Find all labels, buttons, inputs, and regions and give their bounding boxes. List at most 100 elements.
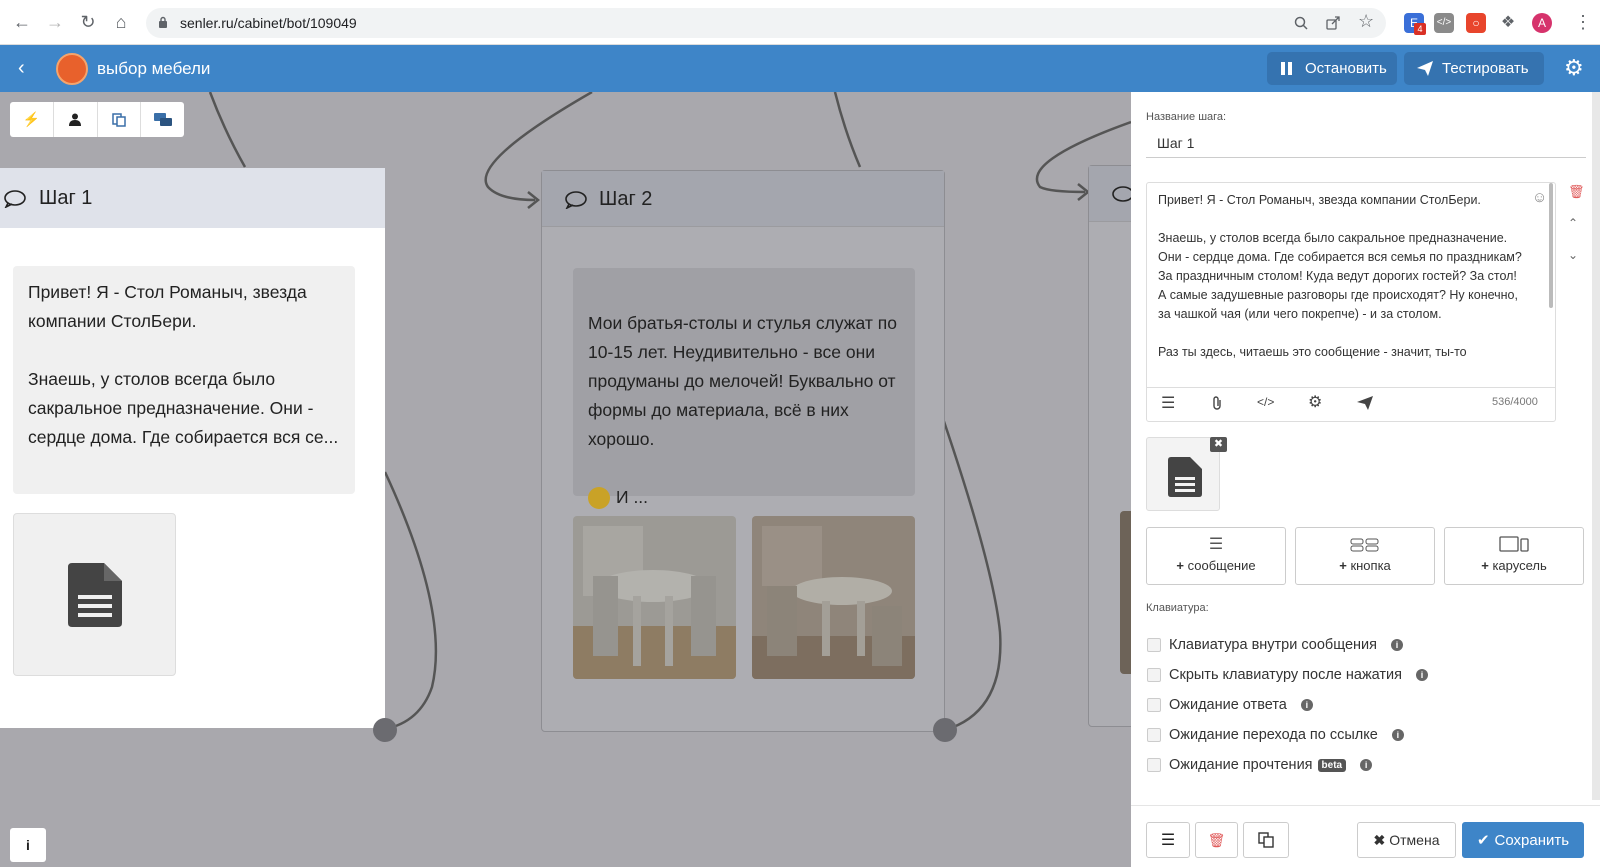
- url-text: senler.ru/cabinet/bot/109049: [180, 15, 357, 31]
- beta-badge: beta: [1317, 758, 1347, 772]
- delete-message-icon[interactable]: 🗑: [1568, 184, 1585, 200]
- checkbox[interactable]: [1147, 638, 1161, 652]
- trigger-tool-button[interactable]: ⚡: [10, 102, 54, 137]
- menu-button[interactable]: ☰: [1146, 822, 1190, 858]
- cancel-button[interactable]: ✖ Отмена: [1357, 822, 1456, 858]
- close-icon: ✖: [1373, 831, 1386, 848]
- bookmark-star-icon[interactable]: ☆: [1358, 11, 1374, 32]
- info-button[interactable]: i: [10, 828, 46, 862]
- option-inline-keyboard[interactable]: Клавиатура внутри сообщения i: [1147, 635, 1403, 655]
- lightning-icon: ⚡: [22, 111, 41, 127]
- step-2-title: Шаг 2: [599, 188, 653, 210]
- info-icon[interactable]: i: [1300, 699, 1313, 711]
- stop-button[interactable]: Остановить: [1267, 52, 1397, 85]
- attached-file[interactable]: ✖: [1146, 437, 1227, 511]
- browser-menu-icon[interactable]: ⋮: [1574, 12, 1592, 33]
- step-1-output-connector[interactable]: [373, 718, 397, 742]
- message-editor[interactable]: Привет! Я - Стол Романыч, звезда компани…: [1146, 182, 1556, 422]
- move-up-icon[interactable]: ⌃: [1568, 216, 1578, 230]
- speech-bubble-icon: [4, 190, 26, 208]
- back-icon[interactable]: ←: [10, 10, 34, 34]
- code-extension-icon[interactable]: </>: [1434, 13, 1454, 33]
- step-name-label: Название шага:: [1146, 111, 1227, 123]
- option-label: Ожидание ответа: [1169, 697, 1287, 713]
- checkbox[interactable]: [1147, 698, 1161, 712]
- step-1-header: Шаг 1: [0, 168, 385, 228]
- option-wait-reply[interactable]: Ожидание ответа i: [1147, 695, 1313, 715]
- avatar[interactable]: A: [1532, 13, 1552, 33]
- char-counter: 536/4000: [1492, 396, 1538, 408]
- home-icon[interactable]: ⌂: [109, 10, 133, 34]
- attachment-icon[interactable]: [1211, 396, 1223, 411]
- add-button-button[interactable]: + кнопка: [1295, 527, 1435, 585]
- footer-divider: [1131, 805, 1600, 806]
- settings-gear-icon[interactable]: ⚙: [1564, 55, 1584, 81]
- add-button-label: кнопка: [1350, 558, 1391, 573]
- step-card-2[interactable]: Шаг 2 Мои братья-столы и стулья служат п…: [541, 170, 945, 732]
- bot-logo: [56, 53, 88, 85]
- test-button[interactable]: Тестировать: [1404, 52, 1544, 85]
- format-menu-icon[interactable]: ☰: [1161, 393, 1175, 413]
- panel-scrollbar[interactable]: [1592, 92, 1600, 800]
- option-label: Ожидание перехода по ссылке: [1169, 727, 1378, 743]
- browser-toolbar: ← → ↻ ⌂ senler.ru/cabinet/bot/109049 ☆ E…: [0, 0, 1600, 45]
- move-down-icon[interactable]: ⌄: [1568, 248, 1578, 262]
- document-icon: [1168, 457, 1202, 497]
- save-button[interactable]: ✔ Сохранить: [1462, 822, 1584, 858]
- message-textarea[interactable]: Привет! Я - Стол Романыч, звезда компани…: [1158, 191, 1528, 387]
- remove-file-icon[interactable]: ✖: [1210, 437, 1227, 452]
- step-1-title: Шаг 1: [39, 187, 93, 209]
- step-1-attachment[interactable]: [13, 513, 176, 676]
- document-icon: [68, 563, 122, 627]
- delete-step-button[interactable]: 🗑: [1195, 822, 1238, 858]
- textarea-scrollbar[interactable]: [1549, 183, 1553, 308]
- send-message-icon[interactable]: [1357, 396, 1373, 410]
- lock-icon: [159, 16, 167, 28]
- info-icon[interactable]: i: [1391, 729, 1404, 741]
- step-2-photo-1[interactable]: [573, 516, 736, 679]
- step-1-message: Привет! Я - Стол Романыч, звезда компани…: [13, 266, 355, 494]
- info-icon[interactable]: i: [1360, 759, 1373, 771]
- step-2-photo-2[interactable]: [752, 516, 915, 679]
- code-icon[interactable]: </>: [1257, 395, 1274, 409]
- option-hide-keyboard[interactable]: Скрыть клавиатуру после нажатия i: [1147, 665, 1429, 685]
- extension-icon[interactable]: E4: [1404, 13, 1426, 35]
- zoom-icon[interactable]: [1294, 16, 1308, 30]
- option-label: Клавиатура внутри сообщения: [1169, 637, 1377, 653]
- save-label: Сохранить: [1494, 831, 1570, 849]
- extension-badge: 4: [1414, 23, 1426, 35]
- checkbox[interactable]: [1147, 668, 1161, 682]
- add-message-label: сообщение: [1187, 558, 1256, 573]
- keyboard-label: Клавиатура:: [1146, 602, 1209, 614]
- option-label: Ожидание прочтения: [1169, 757, 1313, 773]
- checkbox[interactable]: [1147, 728, 1161, 742]
- menu-icon: ☰: [1160, 832, 1176, 849]
- forward-icon[interactable]: →: [43, 10, 67, 34]
- back-arrow-icon[interactable]: ‹: [18, 57, 25, 80]
- app-header: ‹ выбор мебели Остановить Тестировать ⚙: [0, 45, 1600, 92]
- chat-tool-button[interactable]: [141, 102, 184, 137]
- add-carousel-button[interactable]: + карусель: [1444, 527, 1584, 585]
- duplicate-step-button[interactable]: [1243, 822, 1289, 858]
- option-wait-read[interactable]: Ожидание прочтения beta i: [1147, 755, 1373, 775]
- step-2-output-connector[interactable]: [933, 718, 957, 742]
- option-wait-link[interactable]: Ожидание перехода по ссылке i: [1147, 725, 1404, 745]
- info-icon[interactable]: i: [1391, 639, 1403, 651]
- trash-icon: 🗑: [1207, 831, 1226, 848]
- info-icon[interactable]: i: [1416, 669, 1429, 681]
- puzzle-icon[interactable]: ❖: [1498, 13, 1518, 33]
- checkbox[interactable]: [1147, 758, 1161, 772]
- address-bar[interactable]: senler.ru/cabinet/bot/109049 ☆: [146, 8, 1386, 38]
- editor-settings-icon[interactable]: ⚙: [1308, 392, 1322, 412]
- share-icon[interactable]: [1326, 16, 1341, 30]
- step-2-text-tail: И ...: [616, 487, 649, 507]
- reload-icon[interactable]: ↻: [76, 10, 100, 34]
- text-lines-icon: ☰: [1208, 536, 1224, 553]
- emoji-icon[interactable]: ☺: [1532, 189, 1547, 206]
- step-card-1[interactable]: Шаг 1 Привет! Я - Стол Романыч, звезда к…: [0, 168, 385, 728]
- add-message-button[interactable]: ☰ + сообщение: [1146, 527, 1286, 585]
- record-extension-icon[interactable]: ○: [1466, 13, 1486, 33]
- step-name-input[interactable]: Шаг 1: [1146, 128, 1586, 158]
- copy-tool-button[interactable]: [98, 102, 142, 137]
- user-tool-button[interactable]: [54, 102, 98, 137]
